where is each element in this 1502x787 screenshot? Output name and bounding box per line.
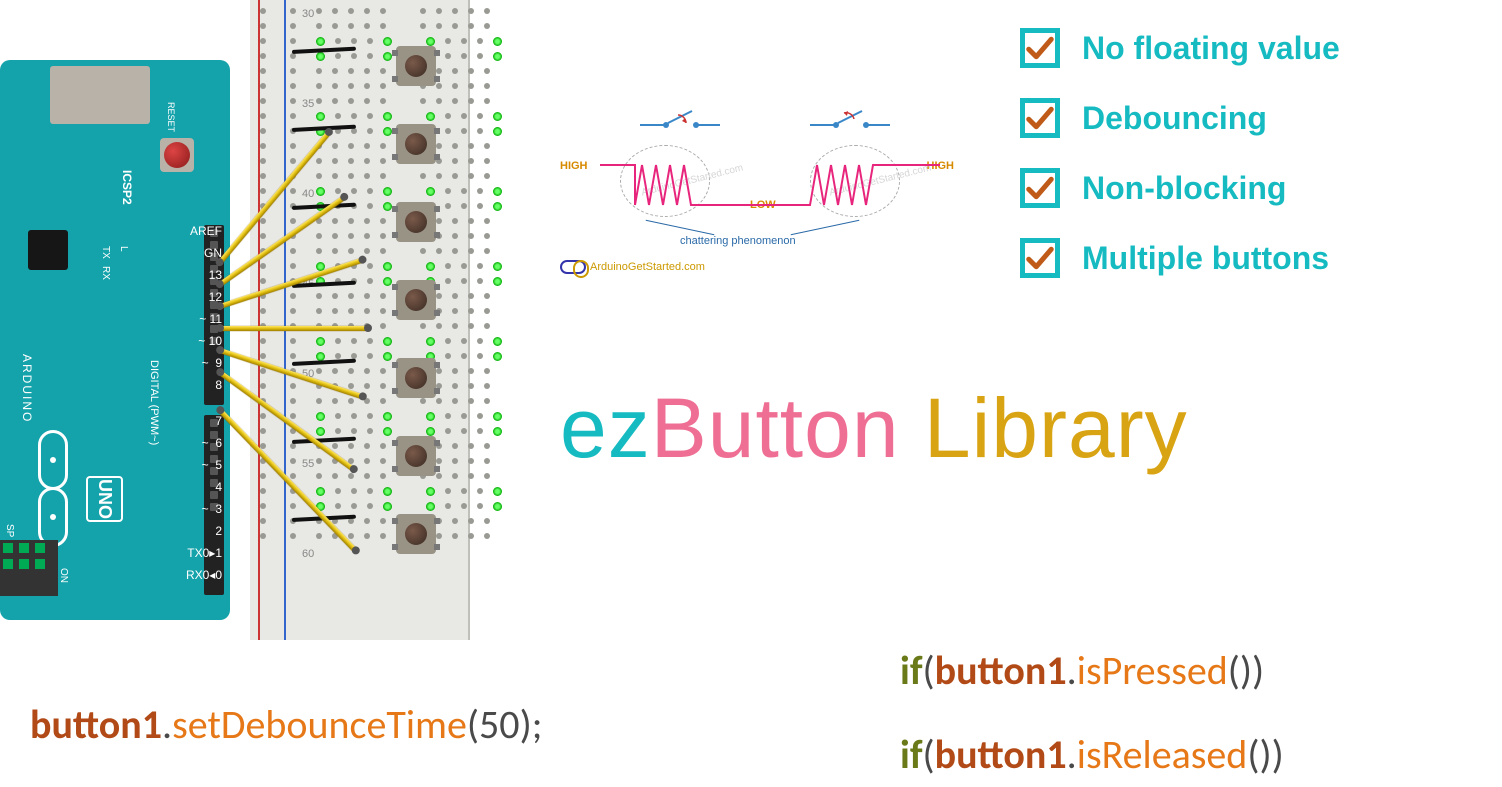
feature-text: Debouncing <box>1082 100 1267 137</box>
tact-button-7 <box>396 514 436 554</box>
icsp-label: ICSP2 <box>120 170 134 205</box>
wire-d10 <box>220 326 368 331</box>
brand-logo: ArduinoGetStarted.com <box>560 260 705 274</box>
sp-header: SP <box>0 540 58 596</box>
checkbox-icon <box>1020 168 1060 208</box>
tact-button-3 <box>396 202 436 242</box>
usb-port <box>50 66 150 124</box>
code-ispressed: if(button1.isPressed()) <box>900 646 1264 695</box>
switch-opening-icon <box>810 105 890 136</box>
switch-closing-icon <box>640 105 720 136</box>
high-label: HIGH <box>560 160 588 172</box>
arrow-line <box>646 220 715 236</box>
checkbox-icon <box>1020 98 1060 138</box>
ic-chip <box>28 230 68 270</box>
feature-text: Multiple buttons <box>1082 240 1329 277</box>
arduino-board: RESET ICSP2 AREF GN 13 12 ~ 11 ~ 10 ~ 9 … <box>0 60 230 620</box>
row-label: 60 <box>302 548 314 560</box>
library-title: ezButton Library <box>560 380 1188 477</box>
code-setdebounce: button1.setDebounceTime(50); <box>30 700 542 749</box>
bounce-diagram: HIGH HIGH LOW ArduinoGetStarted.com Ardu… <box>560 105 950 280</box>
feature-item: Debouncing <box>1020 98 1340 138</box>
feature-text: No floating value <box>1082 30 1340 67</box>
brand-text: ArduinoGetStarted.com <box>590 261 705 273</box>
row-label: 30 <box>302 8 314 20</box>
tact-button-1 <box>396 46 436 86</box>
feature-item: Multiple buttons <box>1020 238 1340 278</box>
arrow-line <box>791 220 860 236</box>
feature-item: Non-blocking <box>1020 168 1340 208</box>
feature-item: No floating value <box>1020 28 1340 68</box>
l-label: L <box>118 246 129 252</box>
pin-labels-bot: 7 ~ 6 ~ 5 4 ~ 3 2 TX0▸1 RX0◂0 <box>186 410 222 586</box>
reset-label: RESET <box>166 102 176 132</box>
checkbox-icon <box>1020 28 1060 68</box>
title-part-ez: ez <box>560 381 651 475</box>
tact-button-2 <box>396 124 436 164</box>
code-isreleased: if(button1.isReleased()) <box>900 730 1284 779</box>
on-label: ON <box>58 568 69 583</box>
tact-button-5 <box>396 358 436 398</box>
chatter-caption: chattering phenomenon <box>680 235 796 247</box>
tact-button-4 <box>396 280 436 320</box>
title-part-library: Library <box>900 381 1188 475</box>
arduino-logo: ARDUINO UNO <box>38 430 68 547</box>
reset-button <box>160 138 194 172</box>
digital-label: DIGITAL (PWM~) <box>148 360 160 445</box>
feature-text: Non-blocking <box>1082 170 1286 207</box>
title-part-button: Button <box>651 381 900 475</box>
feature-list: No floating value Debouncing Non-blockin… <box>1020 28 1340 308</box>
tact-button-6 <box>396 436 436 476</box>
debounce-waveform <box>600 145 940 215</box>
infinity-icon <box>560 260 586 274</box>
row-label: 35 <box>302 98 314 110</box>
checkbox-icon <box>1020 238 1060 278</box>
row-label: 40 <box>302 188 314 200</box>
tx-label: TX <box>100 246 111 259</box>
rx-label: RX <box>100 266 111 280</box>
row-label: 55 <box>302 458 314 470</box>
